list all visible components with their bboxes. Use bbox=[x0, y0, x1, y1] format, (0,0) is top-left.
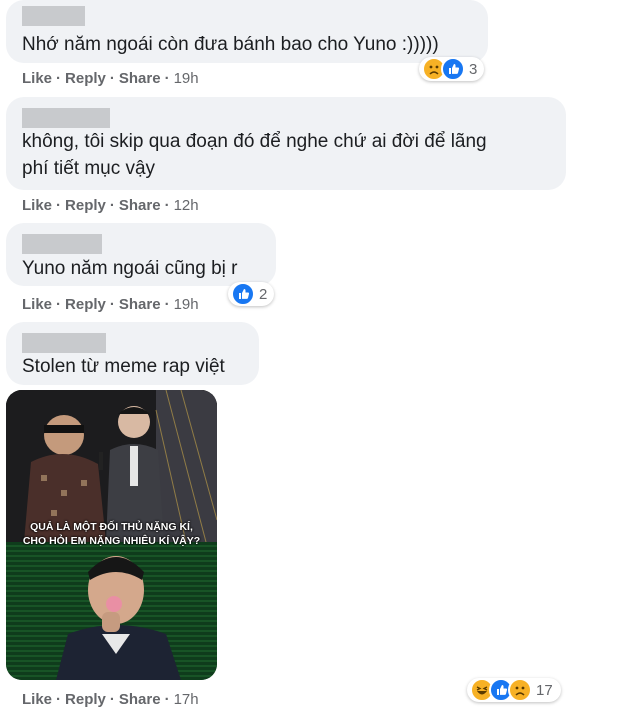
meme-caption: QUẢ LÀ MỘT ĐỐI THỦ NẶNG KÍ, bbox=[30, 521, 193, 533]
like-link[interactable]: Like bbox=[22, 691, 52, 708]
like-link[interactable]: Like bbox=[22, 197, 52, 214]
comment-actions: Like · Reply · Share · 19h bbox=[22, 70, 199, 87]
comment-text: Nhớ năm ngoái còn đưa bánh bao cho Yuno … bbox=[22, 34, 439, 55]
comment-actions: Like · Reply · Share · 17h bbox=[22, 691, 199, 708]
comment-text: Yuno năm ngoái cũng bị r bbox=[22, 258, 238, 279]
timestamp[interactable]: 12h bbox=[174, 197, 199, 214]
meme-image[interactable]: QUẢ LÀ MỘT ĐỐI THỦ NẶNG KÍ, CHO HỎI EM N… bbox=[6, 390, 217, 680]
reply-link[interactable]: Reply bbox=[65, 70, 106, 87]
reaction-summary[interactable]: 2 bbox=[228, 282, 274, 306]
reaction-summary[interactable]: 3 bbox=[419, 57, 484, 81]
timestamp[interactable]: 19h bbox=[174, 296, 199, 313]
comment-text: Stolen từ meme rap việt bbox=[22, 356, 225, 377]
comment-text: không, tôi skip qua đoạn đó để nghe chứ … bbox=[22, 131, 487, 152]
share-link[interactable]: Share bbox=[119, 70, 161, 87]
reply-link[interactable]: Reply bbox=[65, 296, 106, 313]
comment-text: phí tiết mục vậy bbox=[22, 158, 156, 179]
reply-link[interactable]: Reply bbox=[65, 691, 106, 708]
sad-icon bbox=[508, 678, 532, 702]
share-link[interactable]: Share bbox=[119, 197, 161, 214]
author-name-redacted[interactable] bbox=[22, 108, 110, 128]
meme-bottom-panel bbox=[6, 542, 217, 680]
reply-link[interactable]: Reply bbox=[65, 197, 106, 214]
reaction-count: 3 bbox=[469, 60, 478, 78]
reaction-summary[interactable]: 17 bbox=[467, 678, 561, 702]
like-icon bbox=[441, 57, 465, 81]
like-link[interactable]: Like bbox=[22, 70, 52, 87]
author-name-redacted[interactable] bbox=[22, 234, 102, 254]
author-name-redacted[interactable] bbox=[22, 333, 106, 353]
share-link[interactable]: Share bbox=[119, 691, 161, 708]
like-icon bbox=[231, 282, 255, 306]
reaction-count: 2 bbox=[259, 285, 268, 303]
timestamp[interactable]: 17h bbox=[174, 691, 199, 708]
like-link[interactable]: Like bbox=[22, 296, 52, 313]
timestamp[interactable]: 19h bbox=[174, 70, 199, 87]
meme-caption: CHO HỎI EM NẶNG NHIÊU KÍ VẬY? bbox=[22, 535, 201, 547]
author-name-redacted[interactable] bbox=[22, 6, 85, 26]
share-link[interactable]: Share bbox=[119, 296, 161, 313]
reaction-count: 17 bbox=[536, 681, 553, 699]
comment-actions: Like · Reply · Share · 19h bbox=[22, 296, 199, 313]
comment-actions: Like · Reply · Share · 12h bbox=[22, 197, 199, 214]
